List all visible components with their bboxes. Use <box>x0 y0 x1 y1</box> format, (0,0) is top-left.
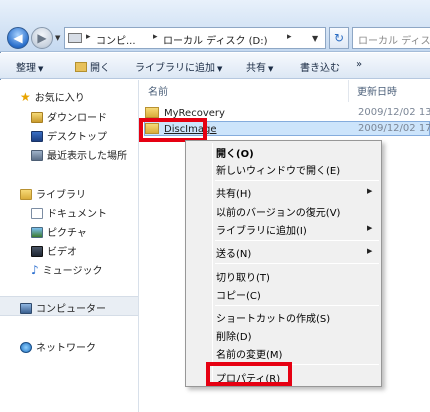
chevron-right-icon[interactable]: ▸ <box>153 32 158 42</box>
nav-downloads[interactable]: ダウンロード <box>31 109 107 124</box>
menu-separator <box>215 305 379 306</box>
nav-libraries[interactable]: ライブラリ <box>20 186 86 201</box>
menu-separator <box>215 240 379 241</box>
nav-downloads-label: ダウンロード <box>47 113 107 124</box>
nav-videos[interactable]: ビデオ <box>31 243 77 258</box>
nav-favorites[interactable]: ★ お気に入り <box>20 89 85 104</box>
command-bar: 整理 ▼ 開く ライブラリに追加 ▼ 共有 ▼ 書き込む » <box>0 53 430 79</box>
menu-item-add-to-library[interactable]: ライブラリに追加(I) <box>216 222 307 237</box>
open-button[interactable]: 開く <box>75 59 110 74</box>
recent-places-icon <box>31 150 43 161</box>
network-icon <box>20 342 32 353</box>
submenu-arrow-icon: ▶ <box>367 224 373 232</box>
nav-videos-label: ビデオ <box>47 247 77 258</box>
folder-icon <box>145 107 159 118</box>
red-highlight-properties <box>206 362 292 386</box>
nav-network[interactable]: ネットワーク <box>20 339 96 354</box>
more-button[interactable]: » <box>356 59 362 70</box>
dropdown-icon: ▼ <box>217 65 223 73</box>
nav-desktop[interactable]: デスクトップ <box>31 128 107 143</box>
path-box[interactable]: ▸ コンピ... ▸ ローカル ディスク (D:) ▸ ▼ <box>64 27 326 49</box>
nav-libraries-label: ライブラリ <box>36 190 86 201</box>
nav-documents[interactable]: ドキュメント <box>31 205 107 220</box>
nav-pictures-label: ピクチャ <box>47 228 87 239</box>
menu-item-share[interactable]: 共有(H) <box>216 185 251 200</box>
menu-item-rename[interactable]: 名前の変更(M) <box>216 346 282 361</box>
nav-recent-places-label: 最近表示した場所 <box>47 151 127 162</box>
pictures-icon <box>31 227 43 238</box>
path-segment-computer[interactable]: コンピ... <box>96 32 136 47</box>
computer-icon <box>68 33 82 43</box>
menu-item-copy[interactable]: コピー(C) <box>216 287 261 302</box>
organize-button[interactable]: 整理 ▼ <box>16 59 43 74</box>
music-note-icon: ♪ <box>31 263 39 277</box>
menu-item-open-new-window[interactable]: 新しいウィンドウで開く(E) <box>216 162 340 177</box>
nav-favorites-label: お気に入り <box>34 93 85 104</box>
nav-desktop-label: デスクトップ <box>47 132 107 143</box>
navigation-pane: ★ お気に入り ダウンロード デスクトップ 最近表示した場所 ライブラリ ドキュメ… <box>0 80 139 412</box>
libraries-icon <box>20 189 32 200</box>
menu-item-create-shortcut[interactable]: ショートカットの作成(S) <box>216 310 330 325</box>
add-to-library-button[interactable]: ライブラリに追加 ▼ <box>135 59 222 74</box>
dropdown-icon: ▼ <box>268 65 274 73</box>
nav-music[interactable]: ♪ ミュージック <box>31 262 102 277</box>
file-date: 2009/12/02 13: <box>358 107 430 118</box>
column-separator <box>348 80 349 102</box>
submenu-arrow-icon: ▶ <box>367 187 373 195</box>
share-label: 共有 <box>246 63 266 74</box>
red-highlight-discimage <box>139 118 207 142</box>
refresh-icon[interactable]: ↻ <box>329 27 349 49</box>
nav-computer[interactable]: コンピューター <box>20 300 106 315</box>
documents-icon <box>31 208 43 219</box>
menu-item-send-to[interactable]: 送る(N) <box>216 245 251 260</box>
open-label: 開く <box>90 63 110 74</box>
context-menu: 開く(O) 新しいウィンドウで開く(E) 共有(H) ▶ 以前のバージョンの復元… <box>185 140 382 387</box>
file-date: 2009/12/02 17: <box>358 123 430 134</box>
menu-separator <box>215 263 379 264</box>
chevron-right-icon[interactable]: ▸ <box>86 32 91 42</box>
chevron-right-icon[interactable]: ▸ <box>287 32 292 42</box>
path-segment-local-disk[interactable]: ローカル ディスク (D:) <box>163 32 268 47</box>
nav-music-label: ミュージック <box>42 266 103 277</box>
address-bar: ◀ ▶ ▼ ▸ コンピ... ▸ ローカル ディスク (D:) ▸ ▼ ↻ ロー… <box>0 0 430 52</box>
submenu-arrow-icon: ▶ <box>367 247 373 255</box>
nav-recent-places[interactable]: 最近表示した場所 <box>31 147 127 162</box>
add-to-library-label: ライブラリに追加 <box>135 63 215 74</box>
column-header-modified[interactable]: 更新日時 <box>357 83 397 98</box>
organize-label: 整理 <box>16 63 36 74</box>
downloads-icon <box>31 112 43 123</box>
burn-button[interactable]: 書き込む <box>300 59 340 74</box>
star-icon: ★ <box>20 90 31 104</box>
menu-item-open[interactable]: 開く(O) <box>216 145 254 160</box>
nav-computer-label: コンピューター <box>36 304 106 315</box>
nav-documents-label: ドキュメント <box>47 209 107 220</box>
menu-gutter <box>212 143 213 384</box>
forward-arrow-icon[interactable]: ▶ <box>31 27 53 49</box>
share-button[interactable]: 共有 ▼ <box>246 59 273 74</box>
search-input[interactable]: ローカル ディスク <box>352 27 430 49</box>
back-arrow-icon[interactable]: ◀ <box>7 27 29 49</box>
nav-pictures[interactable]: ピクチャ <box>31 224 87 239</box>
column-header-name[interactable]: 名前 <box>148 83 168 98</box>
recent-pages-dropdown-icon[interactable]: ▼ <box>55 34 60 42</box>
menu-item-restore-previous[interactable]: 以前のバージョンの復元(V) <box>216 204 340 219</box>
nav-network-label: ネットワーク <box>36 343 96 354</box>
desktop-icon <box>31 131 43 142</box>
burn-label: 書き込む <box>300 63 340 74</box>
folder-icon <box>75 62 87 72</box>
dropdown-icon: ▼ <box>38 65 44 73</box>
path-dropdown-icon[interactable]: ▼ <box>312 34 318 43</box>
menu-separator <box>215 180 379 181</box>
menu-item-delete[interactable]: 削除(D) <box>216 328 252 343</box>
computer-icon <box>20 303 32 314</box>
menu-item-cut[interactable]: 切り取り(T) <box>216 269 270 284</box>
videos-icon <box>31 246 43 257</box>
